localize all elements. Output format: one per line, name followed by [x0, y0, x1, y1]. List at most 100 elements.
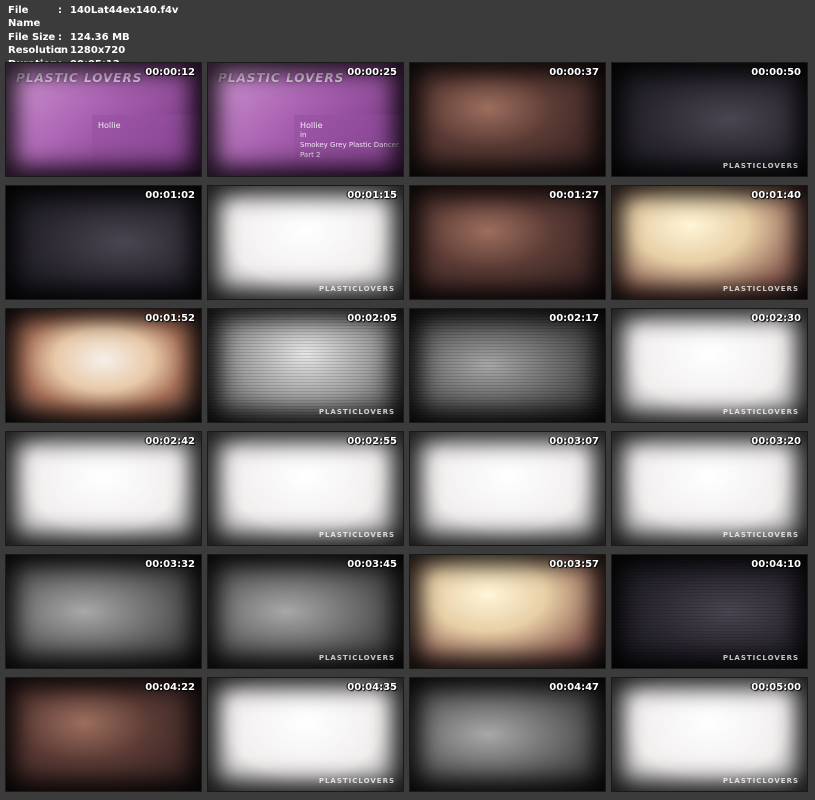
title-panel-text: in [300, 131, 307, 139]
thumbnail-frame[interactable]: 00:00:37 [409, 62, 606, 177]
timestamp: 00:00:25 [347, 67, 397, 78]
timestamp: 00:02:55 [347, 436, 397, 447]
thumbnail-image [612, 309, 807, 422]
thumbnail-frame[interactable]: PLASTICLOVERS 00:03:45 [207, 554, 404, 669]
file-name-value: 140Lat44ex140.f4v [70, 5, 179, 16]
thumbnail-frame[interactable]: 00:02:17 [409, 308, 606, 423]
thumbnail-image [612, 63, 807, 176]
thumbnail-frame[interactable]: PLASTICLOVERS 00:02:55 [207, 431, 404, 546]
file-name-label: File Name [8, 5, 41, 30]
brand-logo: PLASTIC LOVERS [16, 71, 143, 85]
timestamp: 00:05:00 [751, 682, 801, 693]
thumbnail-frame[interactable]: PLASTICLOVERS 00:05:00 [611, 677, 808, 792]
thumbnail-frame[interactable]: 00:01:27 [409, 185, 606, 300]
thumbnail-frame[interactable]: PLASTICLOVERS 00:04:35 [207, 677, 404, 792]
thumbnail-frame[interactable]: 00:03:07 [409, 431, 606, 546]
thumbnail-image [410, 432, 605, 545]
brand-logo: PLASTIC LOVERS [218, 71, 345, 85]
file-size-row: File Size : 124.36 MB [8, 31, 178, 44]
timestamp: 00:03:20 [751, 436, 801, 447]
timestamp: 00:03:57 [549, 559, 599, 570]
thumbnail-image [6, 432, 201, 545]
timestamp: 00:03:45 [347, 559, 397, 570]
thumbnail-image [208, 555, 403, 668]
file-info-header: File Name : 140Lat44ex140.f4v File Size … [8, 4, 178, 71]
thumbnail-frame[interactable]: 00:02:42 [5, 431, 202, 546]
thumbnail-frame[interactable]: PLASTICLOVERS 00:00:50 [611, 62, 808, 177]
watermark: PLASTICLOVERS [722, 162, 799, 170]
thumbnail-image [612, 432, 807, 545]
thumbnail-image [410, 309, 605, 422]
thumbnail-image [6, 555, 201, 668]
timestamp: 00:00:37 [549, 67, 599, 78]
separator: : [58, 31, 62, 43]
thumbnail-image [612, 678, 807, 791]
thumbnail-frame[interactable]: PLASTIC LOVERS Hollie in Smokey Grey Plasti… [207, 62, 404, 177]
thumbnail-frame[interactable]: PLASTICLOVERS 00:02:30 [611, 308, 808, 423]
timestamp: 00:00:50 [751, 67, 801, 78]
thumbnail-frame[interactable]: PLASTICLOVERS 00:01:15 [207, 185, 404, 300]
thumbnail-image [612, 186, 807, 299]
title-panel-text: Part 2 [300, 151, 321, 159]
thumbnail-frame[interactable]: PLASTIC LOVERS Hollie 00:00:12 [5, 62, 202, 177]
timestamp: 00:02:30 [751, 313, 801, 324]
timestamp: 00:02:05 [347, 313, 397, 324]
file-size-value: 124.36 MB [70, 31, 130, 43]
thumbnail-frame[interactable]: 00:04:47 [409, 677, 606, 792]
watermark: PLASTICLOVERS [318, 408, 395, 416]
thumbnail-frame[interactable]: 00:03:57 [409, 554, 606, 669]
thumbnail-frame[interactable]: 00:01:52 [5, 308, 202, 423]
timestamp: 00:01:15 [347, 190, 397, 201]
timestamp: 00:04:10 [751, 559, 801, 570]
timestamp: 00:01:02 [145, 190, 195, 201]
thumbnail-frame[interactable]: PLASTICLOVERS 00:03:20 [611, 431, 808, 546]
separator: : [58, 45, 62, 57]
thumbnail-image [208, 186, 403, 299]
thumbnail-image [6, 186, 201, 299]
watermark: PLASTICLOVERS [722, 654, 799, 662]
thumbnail-frame[interactable]: PLASTICLOVERS 00:01:40 [611, 185, 808, 300]
watermark: PLASTICLOVERS [722, 531, 799, 539]
timestamp: 00:04:35 [347, 682, 397, 693]
thumbnail-image [410, 63, 605, 176]
thumbnail-image [410, 678, 605, 791]
thumbnail-image [410, 186, 605, 299]
thumbnail-frame[interactable]: PLASTICLOVERS 00:02:05 [207, 308, 404, 423]
title-panel-text: Smokey Grey Plastic Dancer [300, 141, 399, 149]
thumbnail-frame[interactable]: PLASTICLOVERS 00:04:10 [611, 554, 808, 669]
timestamp: 00:03:32 [145, 559, 195, 570]
separator: : [58, 5, 62, 16]
thumbnail-grid: PLASTIC LOVERS Hollie 00:00:12 PLASTIC LOVE… [5, 62, 808, 792]
thumbnail-image [208, 678, 403, 791]
timestamp: 00:02:42 [145, 436, 195, 447]
file-size-label: File Size [8, 31, 56, 43]
timestamp: 00:01:52 [145, 313, 195, 324]
title-panel-text: Hollie [98, 121, 121, 130]
thumbnail-image [6, 309, 201, 422]
timestamp: 00:01:40 [751, 190, 801, 201]
timestamp: 00:03:07 [549, 436, 599, 447]
watermark: PLASTICLOVERS [318, 285, 395, 293]
title-panel-text: Hollie [300, 121, 323, 130]
watermark: PLASTICLOVERS [318, 777, 395, 785]
thumbnail-frame[interactable]: 00:04:22 [5, 677, 202, 792]
thumbnail-image [612, 555, 807, 668]
watermark: PLASTICLOVERS [318, 531, 395, 539]
resolution-row: Resolution : 1280x720 [8, 44, 178, 57]
thumbnail-image [208, 432, 403, 545]
timestamp: 00:04:47 [549, 682, 599, 693]
file-name-row: File Name : 140Lat44ex140.f4v [8, 4, 178, 31]
timestamp: 00:04:22 [145, 682, 195, 693]
watermark: PLASTICLOVERS [318, 654, 395, 662]
thumbnail-image [410, 555, 605, 668]
watermark: PLASTICLOVERS [722, 777, 799, 785]
thumbnail-image [208, 309, 403, 422]
thumbnail-frame[interactable]: 00:01:02 [5, 185, 202, 300]
timestamp: 00:02:17 [549, 313, 599, 324]
timestamp: 00:01:27 [549, 190, 599, 201]
thumbnail-frame[interactable]: 00:03:32 [5, 554, 202, 669]
thumbnail-image [6, 678, 201, 791]
watermark: PLASTICLOVERS [722, 285, 799, 293]
watermark: PLASTICLOVERS [722, 408, 799, 416]
resolution-value: 1280x720 [70, 45, 126, 57]
